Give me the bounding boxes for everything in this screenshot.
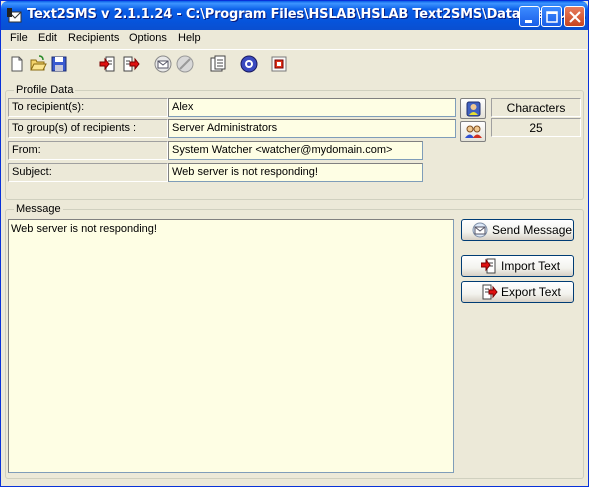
close-button[interactable]: [564, 6, 585, 27]
group-recipients-label: To group(s) of recipients :: [8, 119, 168, 138]
send-message-icon: [472, 222, 489, 238]
group-recipients-field[interactable]: Server Administrators: [168, 119, 456, 138]
exit-icon[interactable]: [269, 54, 289, 74]
open-icon[interactable]: [28, 54, 48, 74]
menu-edit[interactable]: Edit: [38, 32, 57, 44]
import-text-button[interactable]: Import Text: [461, 255, 574, 277]
group-icon: [465, 125, 482, 138]
window-title: Text2SMS v 2.1.1.24 - C:\Program Files\H…: [27, 7, 586, 22]
menu-help[interactable]: Help: [178, 32, 201, 44]
characters-count: 25: [491, 118, 581, 137]
characters-label: Characters: [491, 98, 581, 117]
send-message-label: Send Message: [492, 223, 573, 237]
import-text-icon: [480, 258, 498, 274]
maximize-button[interactable]: [541, 6, 562, 27]
contact-icon: [466, 101, 481, 117]
from-field[interactable]: System Watcher <watcher@mydomain.com>: [168, 141, 423, 160]
export-text-icon: [481, 284, 498, 300]
message-label: Message: [14, 203, 63, 215]
recipient-field[interactable]: Alex: [168, 98, 456, 117]
select-recipient-button[interactable]: [460, 98, 486, 119]
menu-file[interactable]: File: [10, 32, 28, 44]
title-bar[interactable]: Text2SMS v 2.1.1.24 - C:\Program Files\H…: [1, 1, 588, 30]
paste-icon[interactable]: [208, 54, 228, 74]
send-message-button[interactable]: Send Message: [461, 219, 574, 241]
import-icon[interactable]: [99, 54, 119, 74]
export-text-button[interactable]: Export Text: [461, 281, 574, 303]
subject-label: Subject:: [8, 163, 168, 182]
message-textarea[interactable]: Web server is not responding!: [8, 219, 454, 473]
recipient-label: To recipient(s):: [8, 98, 168, 117]
menu-recipients[interactable]: Recipients: [68, 32, 119, 44]
stop-icon[interactable]: [175, 54, 195, 74]
subject-field[interactable]: Web server is not responding!: [168, 163, 423, 182]
select-group-button[interactable]: [460, 121, 486, 142]
import-text-label: Import Text: [501, 259, 561, 273]
from-label: From:: [8, 141, 168, 160]
profile-data-label: Profile Data: [14, 84, 76, 96]
app-window: Text2SMS v 2.1.1.24 - C:\Program Files\H…: [0, 0, 589, 487]
new-icon[interactable]: [7, 54, 27, 74]
export-icon[interactable]: [121, 54, 141, 74]
send-icon[interactable]: [153, 54, 173, 74]
toolbar: [3, 49, 587, 79]
menu-bar: File Edit Recipients Options Help: [3, 30, 587, 48]
minimize-button[interactable]: [519, 6, 540, 27]
app-icon: [7, 8, 23, 24]
settings-icon[interactable]: [239, 54, 259, 74]
export-text-label: Export Text: [501, 285, 561, 299]
save-icon[interactable]: [49, 54, 69, 74]
menu-options[interactable]: Options: [129, 32, 167, 44]
